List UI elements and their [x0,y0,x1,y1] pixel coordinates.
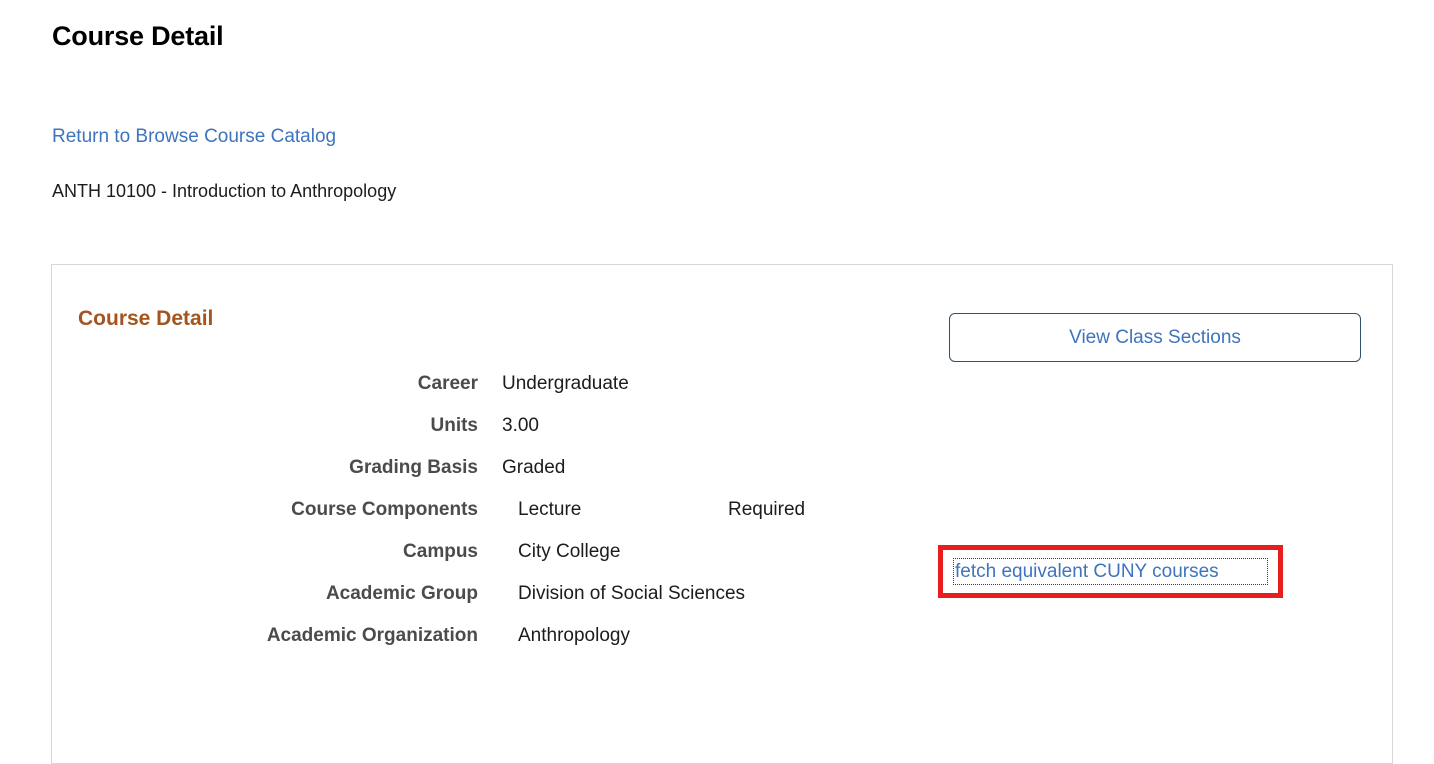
fetch-equivalent-cuny-courses-link[interactable]: fetch equivalent CUNY courses [953,558,1268,585]
detail-row-units: Units 3.00 [0,415,1434,457]
field-label: Career [417,373,478,394]
field-value: Division of Social Sciences [518,583,746,604]
detail-row-grading-basis: Grading Basis Graded [0,457,1434,499]
view-class-sections-button[interactable]: View Class Sections [949,313,1361,362]
field-value: Lecture [518,499,582,520]
return-to-browse-course-catalog-link[interactable]: Return to Browse Course Catalog [52,126,336,149]
field-value: Undergraduate [502,373,629,394]
field-label: Grading Basis [349,457,478,478]
field-value: Anthropology [518,625,630,646]
field-value: Graded [502,457,566,478]
field-value: 3.00 [502,415,539,436]
field-value: City College [518,541,621,562]
detail-row-career: Career Undergraduate [0,373,1434,415]
page-title: Course Detail [52,21,224,51]
field-label: Units [430,415,479,436]
detail-row-academic-organization: Academic Organization Anthropology [0,625,1434,667]
field-value-secondary: Required [728,499,806,520]
detail-row-course-components: Course Components Lecture Required [0,499,1434,541]
field-label: Academic Group [325,583,478,604]
field-label: Campus [403,541,478,562]
field-label: Academic Organization [266,625,478,646]
field-label: Course Components [291,499,478,520]
course-detail-field-list: Career Undergraduate Units 3.00 Grading … [0,373,1434,667]
panel-heading: Course Detail [78,307,214,330]
course-code-title: ANTH 10100 - Introduction to Anthropolog… [52,181,397,201]
highlight-annotation-box: fetch equivalent CUNY courses [938,545,1283,598]
